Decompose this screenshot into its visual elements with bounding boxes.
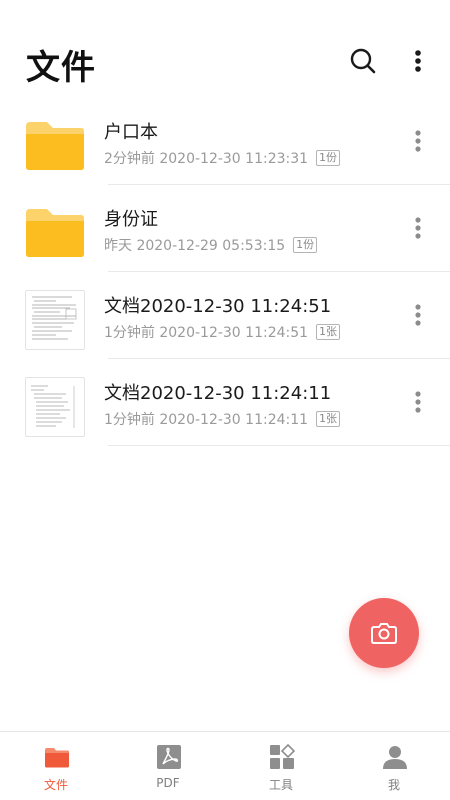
file-meta: 1分钟前 2020-12-30 11:24:11 1张 <box>104 409 341 429</box>
tab-label: PDF <box>156 776 180 790</box>
camera-icon <box>371 623 397 644</box>
more-vertical-icon <box>415 304 421 326</box>
pdf-icon <box>157 745 181 769</box>
search-icon <box>350 48 376 74</box>
folder-icon <box>26 122 84 170</box>
file-time: 2分钟前 2020-12-30 11:23:31 <box>104 151 309 167</box>
more-vertical-icon <box>415 217 421 239</box>
list-item[interactable]: 户口本 2分钟前 2020-12-30 11:23:31 1份 <box>0 98 450 185</box>
tab-label: 工具 <box>268 778 293 792</box>
folder-thumbnail <box>25 116 85 176</box>
folder-icon <box>26 209 84 257</box>
folder-thumbnail <box>25 203 85 263</box>
document-thumbnail <box>25 290 85 350</box>
document-preview-icon <box>32 296 77 340</box>
count-badge: 1张 <box>316 411 341 427</box>
count-badge: 1张 <box>316 324 341 340</box>
file-name: 户口本 <box>104 122 158 143</box>
file-time: 1分钟前 2020-12-30 11:24:51 <box>104 325 309 341</box>
app-header: 文件 <box>0 0 450 110</box>
divider <box>108 445 450 446</box>
search-button[interactable] <box>346 44 380 78</box>
tab-me[interactable]: 我 <box>338 732 450 800</box>
list-item[interactable]: 文档2020-12-30 11:24:11 1分钟前 2020-12-30 11… <box>0 359 450 446</box>
item-more-button[interactable] <box>405 213 431 245</box>
more-options-button[interactable] <box>404 44 432 78</box>
more-vertical-icon <box>415 391 421 413</box>
bottom-tab-bar: 文件 PDF 工具 我 <box>0 731 450 800</box>
more-vertical-icon <box>415 50 421 72</box>
person-icon <box>383 746 407 769</box>
document-preview-icon <box>31 385 75 428</box>
file-meta: 昨天 2020-12-29 05:53:15 1份 <box>104 235 318 255</box>
file-meta: 2分钟前 2020-12-30 11:23:31 1份 <box>104 148 341 168</box>
more-vertical-icon <box>415 130 421 152</box>
item-more-button[interactable] <box>405 387 431 419</box>
file-name: 身份证 <box>104 209 158 230</box>
file-name: 文档2020-12-30 11:24:51 <box>104 296 332 317</box>
document-thumbnail <box>25 377 85 437</box>
tab-pdf[interactable]: PDF <box>112 732 224 800</box>
list-item[interactable]: 文档2020-12-30 11:24:51 1分钟前 2020-12-30 11… <box>0 272 450 359</box>
file-meta: 1分钟前 2020-12-30 11:24:51 1张 <box>104 322 341 342</box>
tools-icon <box>270 744 295 769</box>
item-more-button[interactable] <box>405 126 431 158</box>
camera-scan-button[interactable] <box>349 598 419 668</box>
count-badge: 1份 <box>293 237 318 253</box>
count-badge: 1份 <box>316 150 341 166</box>
file-name: 文档2020-12-30 11:24:11 <box>104 383 332 404</box>
file-time: 1分钟前 2020-12-30 11:24:11 <box>104 412 309 428</box>
tab-label: 文件 <box>43 778 68 792</box>
tab-label: 我 <box>387 778 400 792</box>
tab-files[interactable]: 文件 <box>0 732 112 800</box>
folder-icon <box>45 748 69 768</box>
page-title: 文件 <box>26 48 96 88</box>
item-more-button[interactable] <box>405 300 431 332</box>
tab-tools[interactable]: 工具 <box>225 732 337 800</box>
file-time: 昨天 2020-12-29 05:53:15 <box>104 238 286 254</box>
list-item[interactable]: 身份证 昨天 2020-12-29 05:53:15 1份 <box>0 185 450 272</box>
